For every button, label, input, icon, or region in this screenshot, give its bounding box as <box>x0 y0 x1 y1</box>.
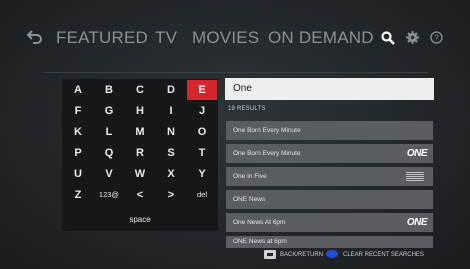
key-space[interactable]: space <box>62 209 218 231</box>
divider <box>44 72 428 73</box>
key-u[interactable]: U <box>63 164 93 184</box>
top-navigation-bar: FEATURED TV MOVIES ON DEMAND ? <box>0 0 470 72</box>
result-title: One Born Every Minute <box>233 150 301 157</box>
result-item[interactable]: One Born Every Minute ONE <box>226 144 433 163</box>
back-return-hint: BACK/RETURN <box>280 252 324 258</box>
key-d[interactable]: D <box>156 80 186 100</box>
key-l[interactable]: L <box>94 122 124 142</box>
result-title: One News At 6pm <box>233 219 286 226</box>
key-m[interactable]: M <box>125 122 155 142</box>
key-s[interactable]: S <box>156 143 186 163</box>
results-count: 19 RESULTS <box>228 106 266 112</box>
result-item[interactable]: ONE News at 6pm <box>226 236 433 248</box>
key-t[interactable]: T <box>187 143 217 163</box>
channel-logo-icon: ONE <box>406 148 428 159</box>
key-[interactable]: < <box>125 185 155 205</box>
help-icon[interactable]: ? <box>430 31 443 49</box>
key-i[interactable]: I <box>156 101 186 121</box>
key-x[interactable]: X <box>156 164 186 184</box>
on-screen-keyboard: A B C D E F G H I J K L M N O P Q R S T U V W X Y Z 123@ < > del space <box>62 79 218 231</box>
back-arrow-icon[interactable] <box>26 30 43 49</box>
key-b[interactable]: B <box>94 80 124 100</box>
key-n[interactable]: N <box>156 122 186 142</box>
key-h[interactable]: H <box>125 101 155 121</box>
key-z[interactable]: Z <box>63 185 93 205</box>
result-title: ONE News at 6pm <box>233 238 287 245</box>
nav-featured[interactable]: FEATURED <box>56 28 148 48</box>
search-icon[interactable] <box>381 31 395 50</box>
key-123[interactable]: 123@ <box>94 185 124 205</box>
key-w[interactable]: W <box>125 164 155 184</box>
key-[interactable]: > <box>156 185 186 205</box>
result-title: One In Five <box>233 173 267 180</box>
result-item[interactable]: One Born Every Minute <box>226 121 433 140</box>
key-j[interactable]: J <box>187 101 217 121</box>
key-r[interactable]: R <box>125 143 155 163</box>
key-g[interactable]: G <box>94 101 124 121</box>
key-c[interactable]: C <box>125 80 155 100</box>
key-a[interactable]: A <box>63 80 93 100</box>
channel-logo-icon: ONE <box>406 217 428 228</box>
blue-button-icon <box>326 250 338 258</box>
nav-tv[interactable]: TV <box>155 28 177 48</box>
key-k[interactable]: K <box>63 122 93 142</box>
key-del[interactable]: del <box>187 185 217 205</box>
nav-movies[interactable]: MOVIES <box>192 28 259 48</box>
key-q[interactable]: Q <box>94 143 124 163</box>
key-p[interactable]: P <box>63 143 93 163</box>
nav-on-demand[interactable]: ON DEMAND <box>268 28 374 48</box>
result-item[interactable]: One In Five <box>226 167 433 186</box>
result-title: ONE News <box>233 196 266 203</box>
key-o[interactable]: O <box>187 122 217 142</box>
back-return-button-icon <box>264 250 276 259</box>
result-item[interactable]: ONE News <box>226 190 433 209</box>
search-input[interactable]: One <box>225 78 434 100</box>
result-item[interactable]: One News At 6pm ONE <box>226 213 433 232</box>
channel-logo-icon <box>406 172 424 181</box>
clear-recent-searches-hint[interactable]: CLEAR RECENT SEARCHES <box>343 252 424 258</box>
key-y[interactable]: Y <box>187 164 217 184</box>
key-e[interactable]: E <box>187 80 217 100</box>
key-f[interactable]: F <box>63 101 93 121</box>
svg-text:?: ? <box>434 34 439 43</box>
key-v[interactable]: V <box>94 164 124 184</box>
gear-icon[interactable] <box>406 31 419 49</box>
result-title: One Born Every Minute <box>233 127 301 134</box>
